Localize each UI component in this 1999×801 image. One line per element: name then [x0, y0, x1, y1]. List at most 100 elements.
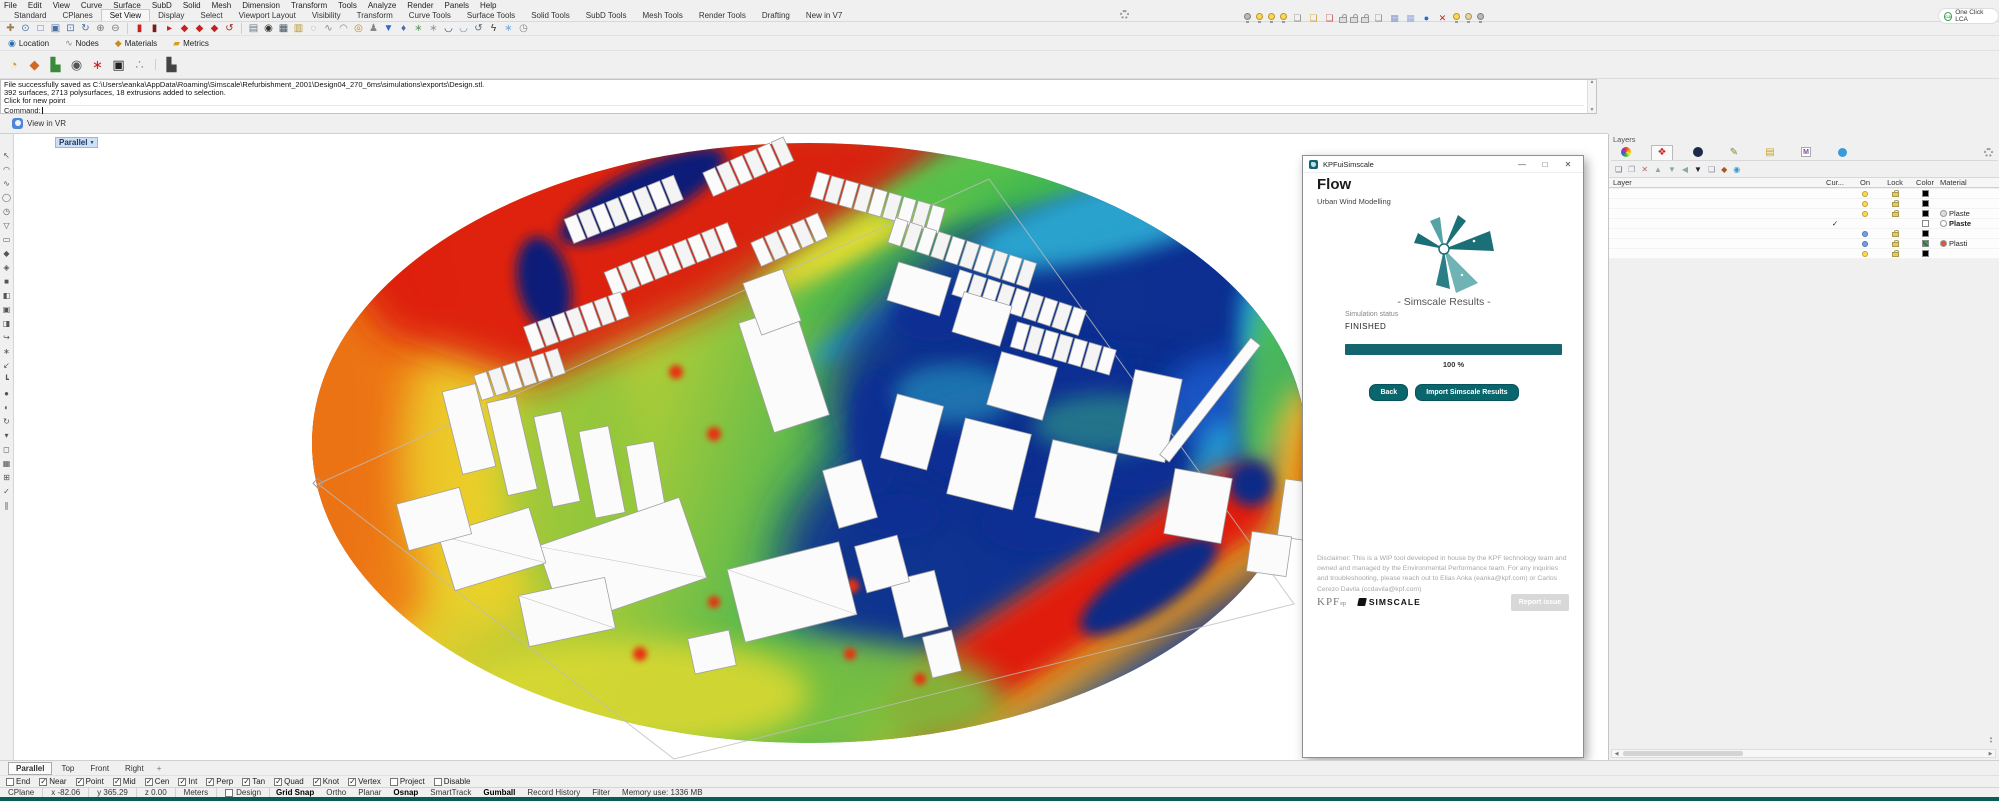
notes-tab-icon[interactable]: M	[1795, 145, 1817, 160]
toolbar-tab-transform[interactable]: Transform	[349, 10, 401, 21]
tools-icon[interactable]: ◆	[1721, 165, 1727, 174]
filter-icon[interactable]: ▼	[1694, 165, 1702, 174]
layers-col-color[interactable]: Color	[1910, 178, 1940, 187]
toolbar-tab-solid-tools[interactable]: Solid Tools	[523, 10, 578, 21]
layer-row-ground[interactable]	[1609, 199, 1999, 209]
side-tool-icon-16[interactable]: ┗	[4, 376, 9, 384]
status-memory-use-1336-mb[interactable]: Memory use: 1336 MB	[616, 788, 708, 797]
side-tool-icon-9[interactable]: ■	[4, 278, 9, 286]
arc-tool-icon[interactable]: ◠	[337, 23, 350, 35]
save-icon[interactable]: ▦	[277, 23, 290, 35]
lamp-icon[interactable]: ◌	[307, 23, 320, 35]
orbit-icon[interactable]: ↺	[472, 23, 485, 35]
status-gumball[interactable]: Gumball	[477, 788, 521, 797]
osnap-project[interactable]: Project	[390, 777, 425, 786]
pinwheel-icon[interactable]: ∗	[89, 56, 106, 73]
side-tool-icon-2[interactable]: ∿	[3, 180, 10, 188]
viewport-tab-front[interactable]: Front	[83, 763, 116, 774]
vehicle-icon-4[interactable]: ◆	[208, 23, 221, 35]
vehicle-icon-1[interactable]: ▸	[163, 23, 176, 35]
close-button[interactable]: ✕	[1559, 160, 1577, 169]
toolbar-tab-visibility[interactable]: Visibility	[304, 10, 349, 21]
layer-material[interactable]: Plaste	[1940, 219, 1999, 228]
clock-icon[interactable]: ◷	[517, 23, 530, 35]
toolbar-tab-curve-tools[interactable]: Curve Tools	[401, 10, 459, 21]
import-simscale-results-button[interactable]: Import Simscale Results	[1415, 384, 1518, 401]
layer-material[interactable]: Plaste	[1940, 209, 1999, 218]
zoom-out-icon[interactable]: ⊖	[109, 23, 122, 35]
checkbox[interactable]	[225, 789, 233, 797]
scroll-right-icon[interactable]: ▶	[1986, 751, 1995, 757]
layer-material[interactable]: Plasti	[1940, 239, 1999, 248]
side-tool-icon-15[interactable]: ↙	[3, 362, 10, 370]
move-up-icon[interactable]: ▲	[1654, 165, 1662, 174]
viewport-tab-right[interactable]: Right	[118, 763, 151, 774]
side-tool-icon-7[interactable]: ◆	[3, 250, 9, 258]
collapse-icon[interactable]: ◀	[1682, 165, 1688, 174]
zoom-selected-icon[interactable]: ▣	[49, 23, 62, 35]
osnap-point[interactable]: Point	[76, 777, 104, 786]
properties-tab-icon[interactable]	[1615, 145, 1637, 160]
side-tool-icon-3[interactable]: ◯	[2, 194, 11, 202]
plugin-tab-location[interactable]: ◉ Location	[8, 38, 49, 49]
toolbar-tab-new-in-v7[interactable]: New in V7	[798, 10, 850, 21]
layer-row-design[interactable]: ✓ Plaste	[1609, 219, 1999, 229]
red-marker-icon[interactable]: ▮	[133, 23, 146, 35]
layer-on-toggle[interactable]	[1850, 201, 1880, 207]
layer-row-design04-270-6ms[interactable]	[1609, 249, 1999, 259]
osnap-vertex[interactable]: Vertex	[348, 777, 381, 786]
help-icon[interactable]: ◉	[1733, 165, 1740, 174]
minimize-button[interactable]: —	[1513, 160, 1531, 169]
toolbar-tab-cplanes[interactable]: CPlanes	[54, 10, 100, 21]
command-scrollbar[interactable]: ▲▼	[1587, 80, 1596, 113]
osnap-int[interactable]: Int	[178, 777, 197, 786]
layer-color-swatch[interactable]	[1910, 200, 1940, 207]
dialog-titlebar[interactable]: KPFuiSimscale — □ ✕	[1303, 156, 1583, 173]
side-tool-icon-8[interactable]: ◈	[3, 264, 9, 272]
zoom-in-icon[interactable]: ⊕	[94, 23, 107, 35]
status-grid-snap[interactable]: Grid Snap	[270, 788, 320, 797]
move-down-icon[interactable]: ▼	[1668, 165, 1676, 174]
layers-hscrollbar[interactable]: ▲▼ ◀ ▶	[1611, 749, 1996, 758]
status-meters[interactable]: Meters	[176, 788, 217, 797]
status-osnap[interactable]: Osnap	[387, 788, 424, 797]
plugin-tab-metrics[interactable]: ▰ Metrics	[173, 38, 209, 49]
layers-col-material[interactable]: Material	[1940, 178, 1999, 187]
side-tool-icon-6[interactable]: ▭	[3, 236, 11, 244]
layers-col-cur-[interactable]: Cur...	[1820, 178, 1850, 187]
layers-col-on[interactable]: On	[1850, 178, 1880, 187]
layers-tab-icon[interactable]: ❖	[1651, 145, 1673, 160]
runner-icon[interactable]: ϟ	[487, 23, 500, 35]
layer-on-toggle[interactable]	[1850, 231, 1880, 237]
copy-layer-icon[interactable]: ❐	[1628, 165, 1635, 174]
boat-light-icon[interactable]: ◡	[457, 23, 470, 35]
boat-dark-icon[interactable]: ◡	[442, 23, 455, 35]
delete-layer-icon[interactable]: ✕	[1641, 165, 1648, 174]
libraries-tab-icon[interactable]: ▤	[1759, 145, 1781, 160]
snowflake-icon[interactable]: ∗	[502, 23, 515, 35]
print-icon[interactable]: ▥	[292, 23, 305, 35]
layer-lock-toggle[interactable]	[1880, 190, 1910, 197]
layer-row-context[interactable]: Plaste	[1609, 209, 1999, 219]
display-tab-icon[interactable]: ✎	[1723, 145, 1745, 160]
status-smarttrack[interactable]: SmartTrack	[424, 788, 477, 797]
checkbox[interactable]	[242, 778, 250, 786]
toolbar-tab-surface-tools[interactable]: Surface Tools	[459, 10, 523, 21]
side-tool-icon-10[interactable]: ◧	[3, 292, 11, 300]
vehicle-icon-2[interactable]: ◆	[178, 23, 191, 35]
layer-on-toggle[interactable]	[1850, 191, 1880, 197]
render-camera-icon[interactable]: ◉	[262, 23, 275, 35]
layer-color-swatch[interactable]	[1910, 210, 1940, 217]
checkbox[interactable]	[206, 778, 214, 786]
side-tool-icon-13[interactable]: ↪	[3, 334, 10, 342]
new-layer-icon[interactable]: ❏	[1615, 165, 1622, 174]
undo-red-icon[interactable]: ↺	[223, 23, 236, 35]
layer-color-swatch[interactable]	[1910, 220, 1940, 227]
viewport-title-dropdown[interactable]: Parallel ▼	[55, 137, 98, 148]
plugin-tab-materials[interactable]: ◆ Materials	[115, 38, 157, 49]
status-record-history[interactable]: Record History	[521, 788, 586, 797]
side-tool-icon-21[interactable]: ◻	[3, 446, 10, 454]
layer-row-techweek-results[interactable]	[1609, 229, 1999, 239]
rendering-tab-icon[interactable]	[1687, 145, 1709, 160]
layer-lock-toggle[interactable]	[1880, 240, 1910, 247]
